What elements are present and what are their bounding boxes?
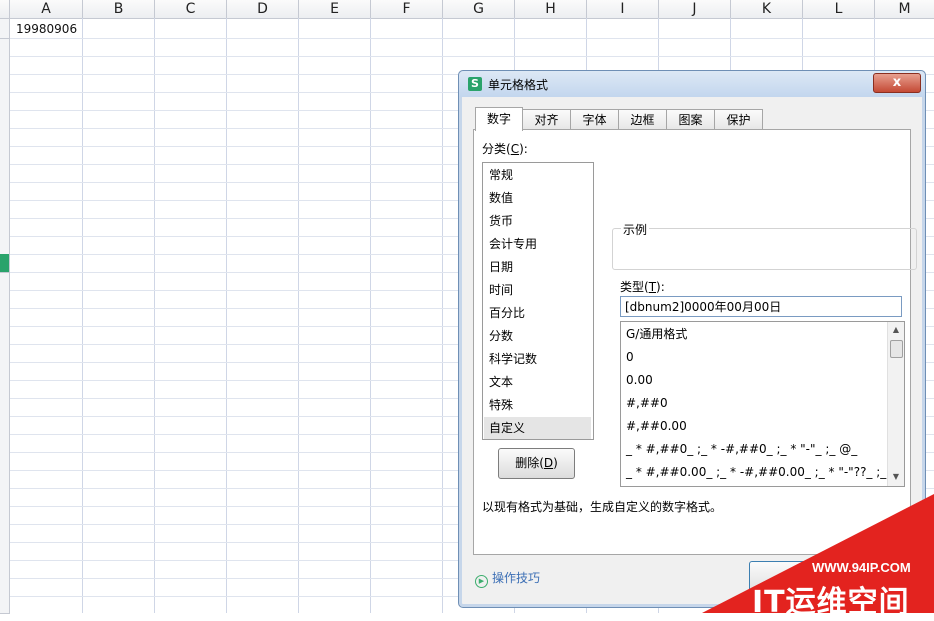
- category-item[interactable]: 常规: [484, 164, 591, 186]
- category-item[interactable]: 百分比: [484, 302, 591, 324]
- gridline: [9, 56, 934, 57]
- row-header-active[interactable]: [0, 254, 10, 273]
- category-item[interactable]: 日期: [484, 256, 591, 278]
- tab-alignment[interactable]: 对齐: [522, 109, 571, 130]
- column-header-b[interactable]: B: [83, 0, 155, 18]
- format-code-list[interactable]: G/通用格式 0 0.00 #,##0 #,##0.00 _ * #,##0_ …: [620, 321, 905, 487]
- column-header-row: A B C D E F G H I J K L M: [0, 0, 934, 19]
- column-header-m[interactable]: M: [875, 0, 934, 18]
- type-input[interactable]: [dbnum2]0000年00月00日: [620, 296, 902, 317]
- tab-number[interactable]: 数字: [475, 107, 523, 131]
- format-item[interactable]: 0: [626, 346, 634, 368]
- format-description: 以现有格式为基础，生成自定义的数字格式。: [482, 500, 723, 514]
- sample-label: 示例: [621, 221, 650, 238]
- format-item[interactable]: #,##0: [626, 392, 668, 414]
- column-header-d[interactable]: D: [227, 0, 299, 18]
- format-item[interactable]: 0.00: [626, 369, 653, 391]
- column-header-a[interactable]: A: [10, 0, 83, 18]
- ok-button[interactable]: 确: [749, 561, 871, 597]
- category-item[interactable]: 科学记数: [484, 348, 591, 370]
- format-cells-dialog: S 单元格格式 x 数字 对齐 字体 边框 图案 保护 分类(C): 常规 数值…: [458, 70, 926, 608]
- row-header[interactable]: [0, 19, 10, 39]
- gridline: [9, 38, 934, 39]
- type-label: 类型(T):: [620, 280, 665, 294]
- category-label: 分类(C):: [482, 142, 528, 156]
- format-item[interactable]: _ * #,##0.00_ ;_ * -#,##0.00_ ;_ * "-"??…: [626, 461, 904, 483]
- format-item[interactable]: G/通用格式: [626, 323, 687, 345]
- column-header-i[interactable]: I: [587, 0, 659, 18]
- play-circle-icon: ▶: [475, 575, 488, 588]
- category-item[interactable]: 特殊: [484, 394, 591, 416]
- tab-font[interactable]: 字体: [570, 109, 619, 130]
- scroll-down-icon[interactable]: ▼: [888, 470, 904, 484]
- dialog-title: 单元格格式: [488, 78, 549, 92]
- column-header-h[interactable]: H: [515, 0, 587, 18]
- column-header-k[interactable]: K: [731, 0, 803, 18]
- dialog-titlebar[interactable]: S 单元格格式 x: [459, 71, 925, 97]
- tab-pattern[interactable]: 图案: [666, 109, 715, 130]
- sample-groupbox: 示例: [612, 221, 917, 270]
- column-header-c[interactable]: C: [155, 0, 227, 18]
- tab-protection[interactable]: 保护: [714, 109, 763, 130]
- select-all-corner[interactable]: [0, 0, 10, 18]
- category-item[interactable]: 会计专用: [484, 233, 591, 255]
- tips-link[interactable]: ▶ 操作技巧: [475, 569, 540, 588]
- category-item[interactable]: 时间: [484, 279, 591, 301]
- column-header-g[interactable]: G: [443, 0, 515, 18]
- category-list[interactable]: 常规 数值 货币 会计专用 日期 时间 百分比 分数 科学记数 文本 特殊 自定…: [482, 162, 594, 440]
- wps-spreadsheet-icon: S: [468, 77, 482, 91]
- format-list-scrollbar[interactable]: ▲ ▼: [887, 322, 904, 486]
- delete-button[interactable]: 删除(D): [498, 448, 575, 479]
- category-item[interactable]: 文本: [484, 371, 591, 393]
- row-header[interactable]: [0, 39, 10, 255]
- cell-a1[interactable]: 19980906: [16, 22, 77, 36]
- scroll-up-icon[interactable]: ▲: [888, 323, 904, 337]
- category-item[interactable]: 分数: [484, 325, 591, 347]
- format-item[interactable]: #,##0.00: [626, 415, 687, 437]
- tab-border[interactable]: 边框: [618, 109, 667, 130]
- column-header-f[interactable]: F: [371, 0, 443, 18]
- close-button[interactable]: x: [873, 73, 921, 93]
- column-header-e[interactable]: E: [299, 0, 371, 18]
- column-header-l[interactable]: L: [803, 0, 875, 18]
- row-header[interactable]: [0, 273, 10, 614]
- scroll-thumb[interactable]: [890, 340, 903, 358]
- column-header-j[interactable]: J: [659, 0, 731, 18]
- format-item[interactable]: _ * #,##0_ ;_ * -#,##0_ ;_ * "-"_ ;_ @_: [626, 438, 857, 460]
- category-item-selected[interactable]: 自定义: [484, 417, 591, 439]
- category-item[interactable]: 货币: [484, 210, 591, 232]
- category-item[interactable]: 数值: [484, 187, 591, 209]
- tab-panel-number: 分类(C): 常规 数值 货币 会计专用 日期 时间 百分比 分数 科学记数 文…: [473, 129, 917, 555]
